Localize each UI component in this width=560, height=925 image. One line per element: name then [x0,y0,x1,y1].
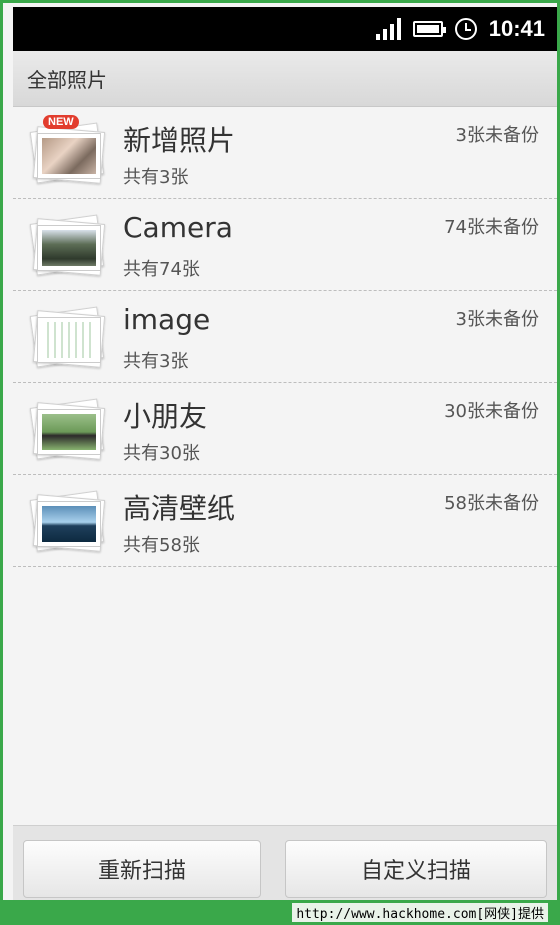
album-name: Camera [123,211,233,244]
signal-icon [375,18,401,40]
album-backup-status: 3张未备份 [455,125,539,146]
album-thumbnail [29,398,106,461]
album-row-wallpaper[interactable]: 高清壁纸 共有58张 58张未备份 [13,475,557,567]
album-name: 高清壁纸 [123,492,236,525]
album-row-new[interactable]: NEW 新增照片 共有3张 3张未备份 [13,107,557,199]
custom-scan-button[interactable]: 自定义扫描 [285,840,547,898]
new-badge: NEW [43,115,79,129]
album-backup-status: 58张未备份 [444,493,539,514]
album-count: 共有3张 [123,351,189,372]
status-bar: 10:41 [13,7,557,51]
album-name: 新增照片 [123,124,236,157]
album-row-camera[interactable]: Camera 共有74张 74张未备份 [13,199,557,291]
album-list: NEW 新增照片 共有3张 3张未备份 Camera 共有74张 74张未备份 … [13,107,557,567]
battery-icon [412,21,446,37]
album-name: 小朋友 [123,400,208,433]
album-thumbnail [29,490,106,553]
album-count: 共有30张 [123,443,200,464]
album-backup-status: 74张未备份 [444,217,539,238]
album-row-kids[interactable]: 小朋友 共有30张 30张未备份 [13,383,557,475]
album-thumbnail [29,214,106,277]
album-name: image [123,303,211,336]
album-thumbnail [29,122,106,185]
bottom-action-bar: 重新扫描 自定义扫描 [13,825,557,903]
album-backup-status: 3张未备份 [455,309,539,330]
album-count: 共有3张 [123,167,189,188]
watermark-text: http://www.hackhome.com[网侠]提供 [292,903,548,922]
alarm-clock-icon [454,18,477,40]
rescan-button[interactable]: 重新扫描 [23,840,261,898]
album-row-image[interactable]: image 共有3张 3张未备份 [13,291,557,383]
album-backup-status: 30张未备份 [444,401,539,422]
app-frame: 10:41 全部照片 NEW 新增照片 共有3张 3张未备份 Camera 共有… [0,0,560,903]
page-title: 全部照片 [13,51,557,107]
watermark-footer: http://www.hackhome.com[网侠]提供 [0,900,560,925]
album-count: 共有58张 [123,535,200,556]
status-time: 10:41 [488,16,545,41]
album-thumbnail [29,306,106,369]
album-count: 共有74张 [123,259,200,280]
